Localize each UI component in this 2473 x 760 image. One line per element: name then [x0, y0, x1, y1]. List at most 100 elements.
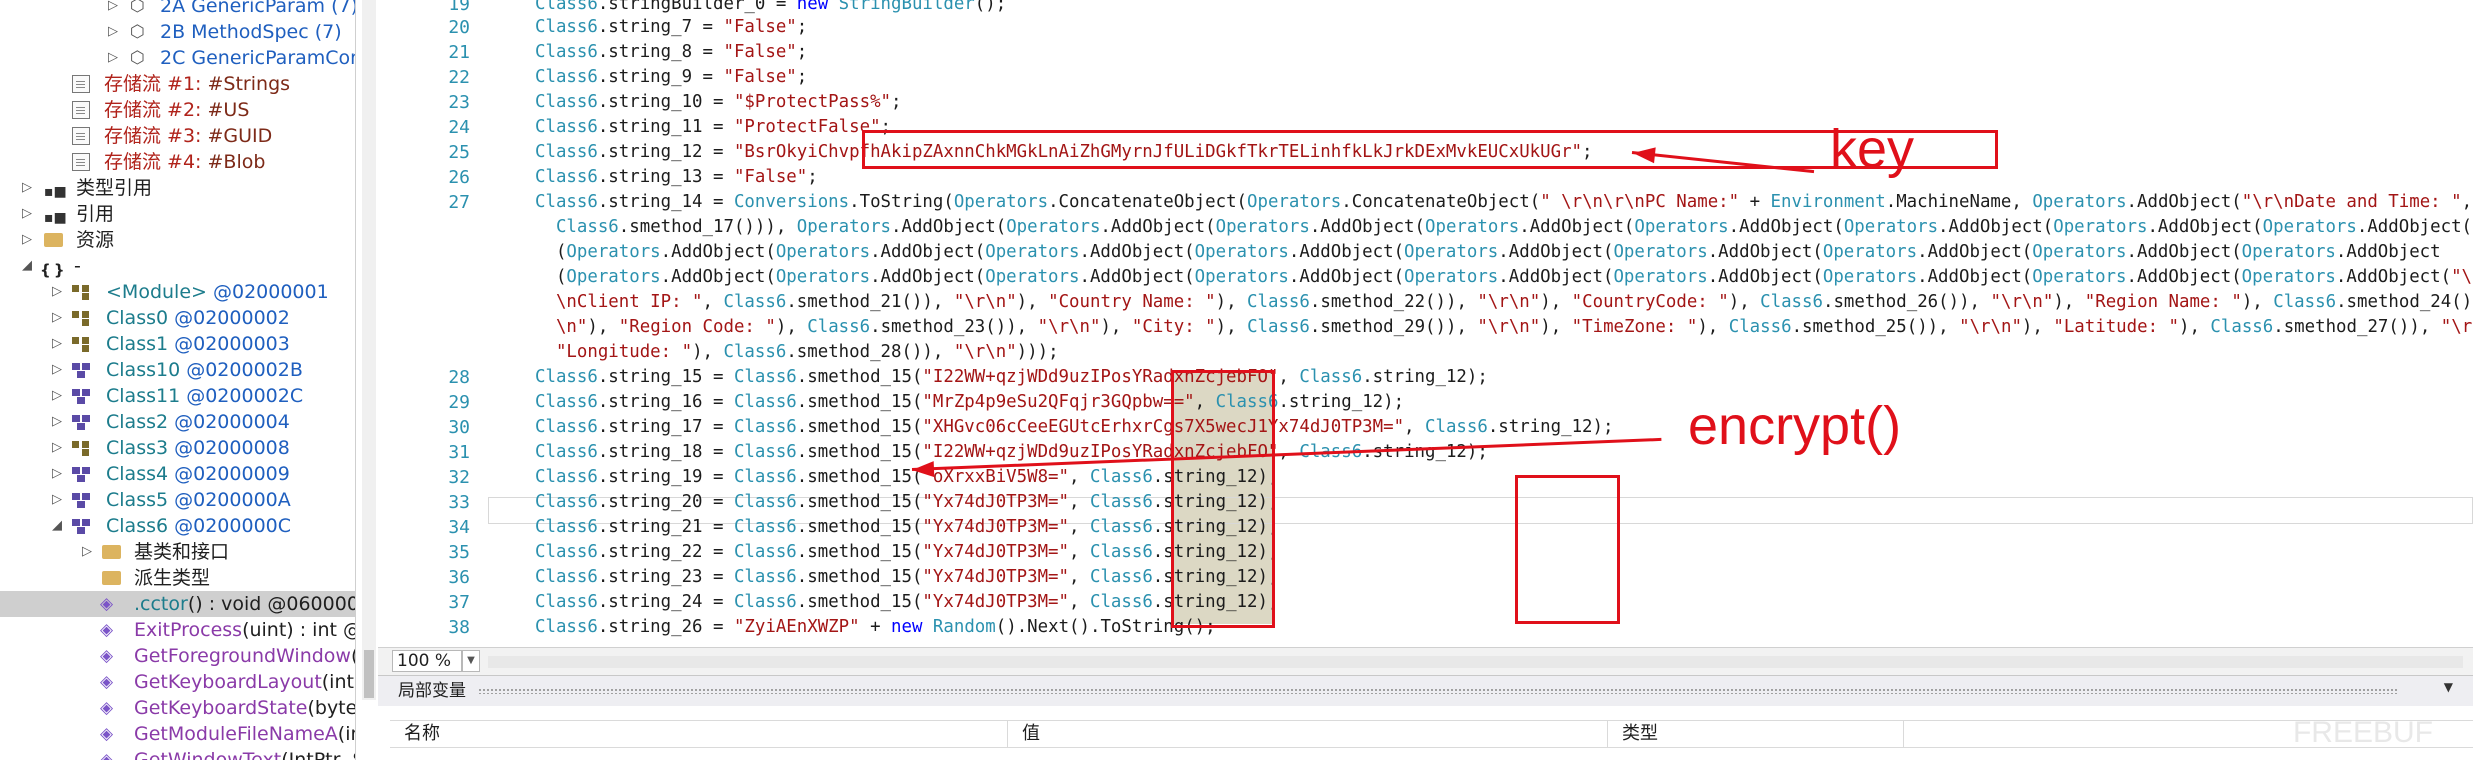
collapsed-triangle-icon[interactable]: ▷	[52, 461, 68, 487]
tree-item[interactable]: ◈ GetKeyboardLayout(int) :	[0, 669, 355, 695]
locals-panel-header[interactable]: 局部变量 ▼	[378, 676, 2473, 706]
code-line[interactable]: Class6.string_14 = Conversions.ToString(…	[535, 190, 2472, 215]
code-token: "Longitude: "	[535, 342, 693, 362]
code-line[interactable]: Class6.string_20 = Class6.smethod_15("Yx…	[535, 490, 1278, 515]
tree-item[interactable]: ▷ <Module> @02000001	[0, 279, 355, 305]
panel-menu-dropdown-icon[interactable]: ▼	[2444, 680, 2453, 694]
collapsed-triangle-icon[interactable]: ▷	[108, 0, 124, 19]
tree-item[interactable]: ◈ GetModuleFileNameA(int	[0, 721, 355, 747]
tree-item[interactable]: ▷ Class3 @02000008	[0, 435, 355, 461]
code-line[interactable]: Class6.string_15 = Class6.smethod_15("I2…	[535, 365, 1488, 390]
collapsed-triangle-icon[interactable]: ▷	[52, 305, 68, 331]
tree-item[interactable]: ▷ ⬡ 2B MethodSpec (7)	[0, 19, 355, 45]
code-line[interactable]: \nClient IP: ", Class6.smethod_21()), "\…	[535, 290, 2473, 315]
collapsed-triangle-icon[interactable]: ▷	[22, 201, 38, 227]
code-line[interactable]: Class6.string_24 = Class6.smethod_15("Yx…	[535, 590, 1278, 615]
tree-item[interactable]: 存储流 #4: #Blob	[0, 149, 355, 175]
collapsed-triangle-icon[interactable]: ▷	[52, 357, 68, 383]
tree-item[interactable]: ▷ Class4 @02000009	[0, 461, 355, 487]
collapsed-triangle-icon[interactable]: ▷	[52, 279, 68, 305]
tree-item[interactable]: ◈ ExitProcess(uint) : int @06	[0, 617, 355, 643]
collapsed-triangle-icon[interactable]: ▷	[52, 383, 68, 409]
code-line[interactable]: "Longitude: "), Class6.smethod_28()), "\…	[535, 340, 1059, 365]
tree-item[interactable]: ▷ Class10 @0200002B	[0, 357, 355, 383]
code-token: "False"	[723, 17, 797, 37]
tree-item-sig: ()	[351, 645, 355, 667]
code-line[interactable]: Class6.string_7 = "False";	[535, 15, 807, 40]
tree-scrollbar-thumb[interactable]	[364, 650, 374, 698]
code-line[interactable]: Class6.smethod_17())), Operators.AddObje…	[535, 215, 2472, 240]
code-line[interactable]: (Operators.AddObject(Operators.AddObject…	[535, 265, 2473, 290]
collapsed-triangle-icon[interactable]: ▷	[108, 19, 124, 45]
expanded-triangle-icon[interactable]: ◢	[52, 513, 68, 539]
code-line[interactable]: Class6.string_21 = Class6.smethod_15("Yx…	[535, 515, 1278, 540]
code-line[interactable]: Class6.string_9 = "False";	[535, 65, 807, 90]
tree-item[interactable]: ▷ 资源	[0, 227, 355, 253]
code-line[interactable]: (Operators.AddObject(Operators.AddObject…	[535, 240, 2441, 265]
tree-item[interactable]: ◢ Class6 @0200000C	[0, 513, 355, 539]
code-line[interactable]: Class6.string_8 = "False";	[535, 40, 807, 65]
stream-icon	[72, 153, 90, 171]
code-token: .string_14 =	[597, 192, 734, 212]
code-line[interactable]: \n"), "Region Code: "), Class6.smethod_2…	[535, 315, 2473, 340]
tree-item[interactable]: 存储流 #3: #GUID	[0, 123, 355, 149]
tree-item[interactable]: ◢{ } -	[0, 253, 355, 279]
tree-item[interactable]: 存储流 #2: #US	[0, 97, 355, 123]
collapsed-triangle-icon[interactable]: ▷	[52, 331, 68, 357]
code-line[interactable]: Class6.string_10 = "$ProtectPass%";	[535, 90, 902, 115]
column-header-name[interactable]: 名称	[390, 721, 1008, 747]
tree-item[interactable]: ◈ GetWindowText(IntPtr, St	[0, 747, 355, 760]
code-token: \n"	[535, 317, 588, 337]
tree-item[interactable]: ◈ GetKeyboardState(byte[])	[0, 695, 355, 721]
tree-item[interactable]: ▷ ⬡ 2C GenericParamCons	[0, 45, 355, 71]
expanded-triangle-icon[interactable]: ◢	[22, 253, 38, 279]
tree-item-label: 2B MethodSpec (7)	[160, 19, 342, 45]
tree-scrollbar[interactable]	[362, 0, 376, 700]
code-token: Class6	[535, 167, 598, 187]
tree-item[interactable]: ▷ 基类和接口	[0, 539, 355, 565]
tree-item[interactable]: ▷ ▪■ 类型引用	[0, 175, 355, 201]
tree-item[interactable]: ▷ Class0 @02000002	[0, 305, 355, 331]
code-token: .AddObject(	[1079, 242, 1195, 262]
tree-item[interactable]: ◈ .cctor() : void @06000025	[0, 591, 355, 617]
code-line[interactable]: Class6.string_23 = Class6.smethod_15("Yx…	[535, 565, 1278, 590]
assembly-tree[interactable]: ▷ ⬡ 2A GenericParam (7) ▷ ⬡ 2B MethodSpec (7)…	[0, 0, 356, 760]
collapsed-triangle-icon[interactable]: ▷	[108, 45, 124, 71]
zoom-dropdown-button[interactable]: ▼	[462, 650, 480, 672]
editor-status-bar: 100 % ▼	[378, 647, 2473, 675]
zoom-level-input[interactable]: 100 %	[392, 650, 462, 672]
collapsed-triangle-icon[interactable]: ▷	[52, 487, 68, 513]
tree-item-label: #US	[207, 99, 250, 121]
column-header-value[interactable]: 值	[1008, 721, 1608, 747]
panel-drag-grip[interactable]	[478, 688, 2398, 694]
code-line[interactable]: Class6.string_22 = Class6.smethod_15("Yx…	[535, 540, 1278, 565]
locals-column-headers: 名称 值 类型	[390, 720, 2473, 748]
code-line[interactable]: Class6.string_19 = Class6.smethod_15("oX…	[535, 465, 1278, 490]
code-editor[interactable]: 19 Class6.stringBuilder_0 = new StringBui…	[378, 0, 2473, 647]
tree-item[interactable]: ▷ Class2 @02000004	[0, 409, 355, 435]
code-token: "\r\n"	[1959, 317, 2022, 337]
column-header-type[interactable]: 类型	[1608, 721, 1904, 747]
code-line[interactable]: Class6.string_13 = "False";	[535, 165, 818, 190]
code-line[interactable]: Class6.string_26 = "ZyiAEnXWZP" + new Ra…	[535, 615, 1216, 640]
line-number: 36	[448, 567, 470, 588]
tree-item[interactable]: ▷ ▪■ 引用	[0, 201, 355, 227]
collapsed-triangle-icon[interactable]: ▷	[22, 175, 38, 201]
tree-item[interactable]: 存储流 #1: #Strings	[0, 71, 355, 97]
tree-item[interactable]: ◈ GetForegroundWindow()	[0, 643, 355, 669]
code-line[interactable]: Class6.string_17 = Class6.smethod_15("XH…	[535, 415, 1613, 440]
tree-item[interactable]: ▷ Class1 @02000003	[0, 331, 355, 357]
collapsed-triangle-icon[interactable]: ▷	[82, 539, 98, 565]
tree-item[interactable]: 派生类型	[0, 565, 355, 591]
collapsed-triangle-icon[interactable]: ▷	[22, 227, 38, 253]
code-token: "$ProtectPass%"	[733, 92, 892, 112]
collapsed-triangle-icon[interactable]: ▷	[52, 409, 68, 435]
tree-item[interactable]: ▷ Class5 @0200000A	[0, 487, 355, 513]
tree-item[interactable]: ▷ ⬡ 2A GenericParam (7)	[0, 0, 355, 19]
collapsed-triangle-icon[interactable]: ▷	[52, 435, 68, 461]
code-horizontal-scrollbar[interactable]	[488, 656, 2463, 668]
tree-item-label: GetWindowText(IntPtr, St	[134, 747, 355, 760]
code-token: Class6	[733, 467, 797, 487]
code-line[interactable]: Class6.string_11 = "ProtectFalse";	[535, 115, 891, 140]
tree-item[interactable]: ▷ Class11 @0200002C	[0, 383, 355, 409]
